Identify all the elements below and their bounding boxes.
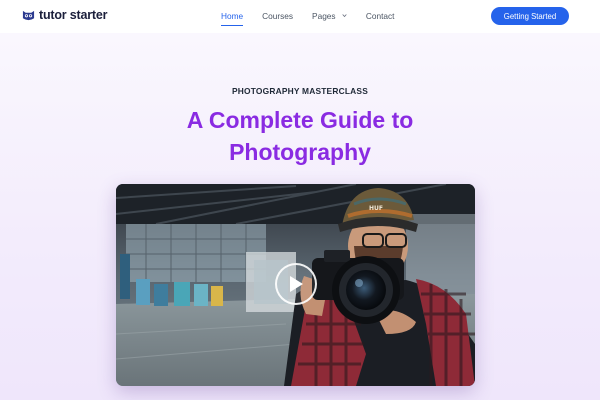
nav-item-pages[interactable]: Pages xyxy=(312,11,347,22)
getting-started-button[interactable]: Getting Started xyxy=(491,7,569,25)
main-nav: Home Courses Pages Contact xyxy=(221,11,413,26)
nav-item-contact[interactable]: Contact xyxy=(366,11,395,22)
nav-item-pages-label: Pages xyxy=(312,11,336,21)
play-icon xyxy=(290,276,303,292)
chevron-down-icon xyxy=(342,14,347,18)
brand-logo[interactable]: tutor starter xyxy=(22,8,107,22)
play-button[interactable] xyxy=(275,263,317,305)
hero-title-line-1: A Complete Guide to xyxy=(186,107,414,133)
owl-logo-icon xyxy=(22,10,35,20)
hero-video-thumbnail[interactable]: HUF NIKON xyxy=(116,184,475,386)
hero-eyebrow: PHOTOGRAPHY MASTERCLASS xyxy=(232,86,368,96)
top-navbar: tutor starter Home Courses Pages Contact… xyxy=(0,0,600,33)
hero-title-line-2: Photography xyxy=(229,139,371,165)
brand-name: tutor starter xyxy=(39,8,108,22)
svg-text:HUF: HUF xyxy=(369,205,383,212)
nav-item-home[interactable]: Home xyxy=(221,11,244,26)
hero-title: A Complete Guide to Photography xyxy=(0,104,600,168)
nav-item-courses[interactable]: Courses xyxy=(262,11,293,22)
